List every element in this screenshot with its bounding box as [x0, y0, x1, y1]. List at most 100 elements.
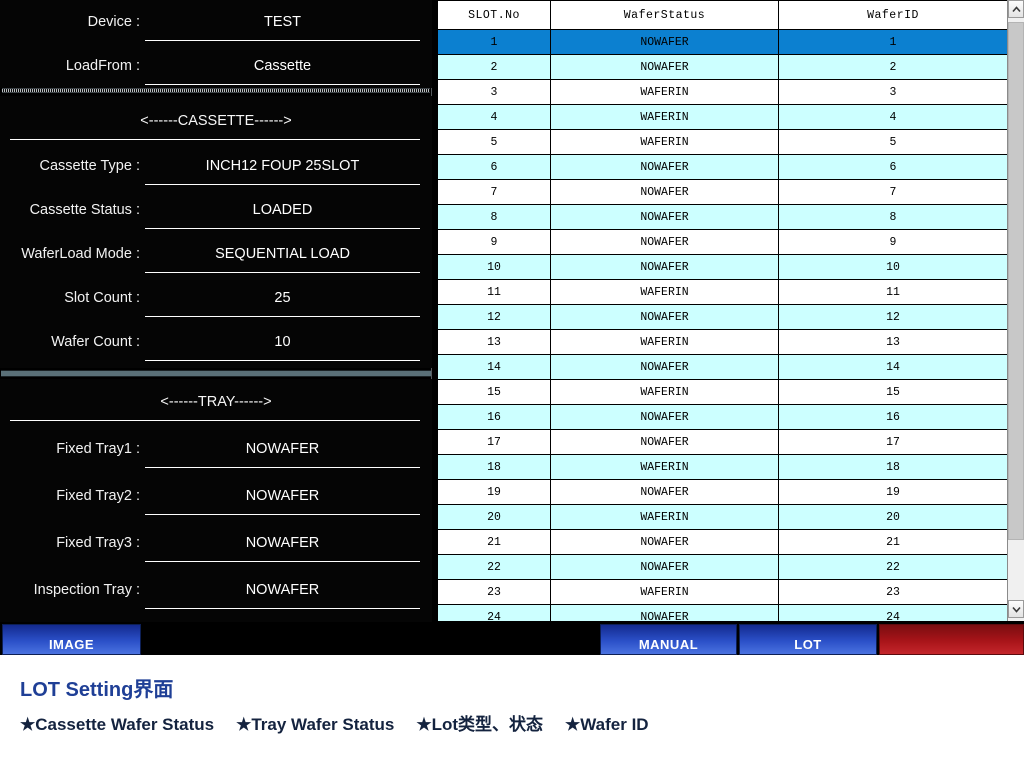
table-row[interactable]: 8 NOWAFER 8	[437, 204, 1008, 230]
table-row[interactable]: 11 WAFERIN 11	[437, 279, 1008, 305]
cell-wafer-id: 23	[778, 579, 1008, 605]
column-header-wafer-status[interactable]: WaferStatus	[550, 0, 779, 30]
table-row[interactable]: 21 NOWAFER 21	[437, 529, 1008, 555]
chevron-up-icon	[1011, 5, 1021, 13]
table-row[interactable]: 14 NOWAFER 14	[437, 354, 1008, 380]
table-row[interactable]: 24 NOWAFER 24	[437, 604, 1008, 621]
field-cassette-type-underline	[145, 184, 420, 185]
cell-slot-no: 19	[437, 479, 551, 505]
cell-wafer-id: 12	[778, 304, 1008, 330]
field-waferload-mode-label: WaferLoad Mode :	[21, 246, 140, 262]
table-row[interactable]: 10 NOWAFER 10	[437, 254, 1008, 280]
caption-title: LOT Setting界面	[20, 679, 174, 701]
cell-wafer-id: 8	[778, 204, 1008, 230]
cell-slot-no: 4	[437, 104, 551, 130]
tray-section-heading: <------TRAY------>	[0, 385, 432, 427]
field-loadfrom-label: LoadFrom :	[65, 58, 140, 74]
table-row[interactable]: 1 NOWAFER 1	[437, 29, 1008, 55]
field-cassette-status[interactable]: Cassette Status : LOADED	[0, 192, 432, 236]
cell-wafer-id: 9	[778, 229, 1008, 255]
cell-wafer-status: NOWAFER	[550, 204, 779, 230]
table-row[interactable]: 12 NOWAFER 12	[437, 304, 1008, 330]
cell-slot-no: 17	[437, 429, 551, 455]
cell-slot-no: 6	[437, 154, 551, 180]
field-inspection-tray-underline	[145, 608, 420, 609]
column-header-slot-no[interactable]: SLOT.No	[437, 0, 551, 30]
field-device[interactable]: Device : TEST	[0, 4, 432, 48]
field-wafer-count-value: 10	[274, 334, 291, 350]
field-slot-count[interactable]: Slot Count : 25	[0, 280, 432, 324]
column-header-wafer-id[interactable]: WaferID	[778, 0, 1008, 30]
table-row[interactable]: 3 WAFERIN 3	[437, 79, 1008, 105]
field-fixed-tray1-label: Fixed Tray1 :	[56, 441, 140, 457]
table-row[interactable]: 2 NOWAFER 2	[437, 54, 1008, 80]
field-wafer-count[interactable]: Wafer Count : 10	[0, 324, 432, 368]
field-slot-count-underline	[145, 316, 420, 317]
cell-wafer-status: WAFERIN	[550, 579, 779, 605]
table-row[interactable]: 15 WAFERIN 15	[437, 379, 1008, 405]
field-cassette-type-value: INCH12 FOUP 25SLOT	[205, 158, 360, 174]
field-waferload-mode[interactable]: WaferLoad Mode : SEQUENTIAL LOAD	[0, 236, 432, 280]
field-fixed-tray3[interactable]: Fixed Tray3 : NOWAFER	[0, 525, 432, 569]
table-row[interactable]: 16 NOWAFER 16	[437, 404, 1008, 430]
field-cassette-type[interactable]: Cassette Type : INCH12 FOUP 25SLOT	[0, 148, 432, 192]
table-row[interactable]: 9 NOWAFER 9	[437, 229, 1008, 255]
table-header-row: SLOT.No WaferStatus WaferID	[437, 0, 1008, 30]
field-inspection-tray[interactable]: Inspection Tray : NOWAFER	[0, 572, 432, 616]
scrollbar-thumb[interactable]	[1008, 22, 1024, 540]
caption-area: LOT Setting界面 ★Cassette Wafer Status ★Tra…	[0, 655, 1024, 768]
cell-wafer-id: 22	[778, 554, 1008, 580]
table-row[interactable]: 19 NOWAFER 19	[437, 479, 1008, 505]
caption-bullets: ★Cassette Wafer Status ★Tray Wafer Status…	[20, 710, 671, 735]
cassette-section: <------CASSETTE------> Cassette Type : I…	[0, 96, 432, 368]
table-row[interactable]: 4 WAFERIN 4	[437, 104, 1008, 130]
table-scrollbar[interactable]	[1007, 0, 1024, 621]
table-row[interactable]: 23 WAFERIN 23	[437, 579, 1008, 605]
cassette-section-heading: <------CASSETTE------>	[0, 104, 432, 146]
table-row[interactable]: 5 WAFERIN 5	[437, 129, 1008, 155]
manual-button[interactable]: MANUAL	[600, 624, 737, 655]
cell-slot-no: 11	[437, 279, 551, 305]
cell-wafer-id: 13	[778, 329, 1008, 355]
cell-wafer-status: WAFERIN	[550, 329, 779, 355]
bottom-button-bar: IMAGE MANUAL LOT	[0, 623, 1024, 655]
field-fixed-tray2[interactable]: Fixed Tray2 : NOWAFER	[0, 478, 432, 522]
cell-slot-no: 3	[437, 79, 551, 105]
alarm-stop-button[interactable]	[879, 624, 1024, 655]
field-loadfrom[interactable]: LoadFrom : Cassette	[0, 48, 432, 92]
table-row[interactable]: 17 NOWAFER 17	[437, 429, 1008, 455]
field-fixed-tray1-value: NOWAFER	[245, 441, 320, 457]
field-fixed-tray2-label: Fixed Tray2 :	[56, 488, 140, 504]
image-button[interactable]: IMAGE	[2, 624, 141, 655]
cell-slot-no: 18	[437, 454, 551, 480]
tray-heading-text: <------TRAY------>	[160, 394, 272, 410]
table-row[interactable]: 7 NOWAFER 7	[437, 179, 1008, 205]
cell-wafer-id: 14	[778, 354, 1008, 380]
field-loadfrom-underline	[145, 84, 420, 85]
field-fixed-tray1[interactable]: Fixed Tray1 : NOWAFER	[0, 431, 432, 475]
cell-wafer-id: 18	[778, 454, 1008, 480]
field-cassette-type-label: Cassette Type :	[39, 158, 140, 174]
cell-wafer-id: 4	[778, 104, 1008, 130]
lot-info-panel: Device : TEST LoadFrom : Cassette <-----…	[0, 0, 432, 622]
scroll-up-button[interactable]	[1008, 0, 1024, 18]
field-cassette-status-underline	[145, 228, 420, 229]
field-device-label: Device :	[87, 14, 140, 30]
field-cassette-status-label: Cassette Status :	[29, 202, 140, 218]
field-inspection-tray-value: NOWAFER	[245, 582, 320, 598]
cell-wafer-id: 20	[778, 504, 1008, 530]
table-row[interactable]: 18 WAFERIN 18	[437, 454, 1008, 480]
table-row[interactable]: 6 NOWAFER 6	[437, 154, 1008, 180]
cell-wafer-status: NOWAFER	[550, 479, 779, 505]
cell-wafer-status: NOWAFER	[550, 354, 779, 380]
field-fixed-tray3-underline	[145, 561, 420, 562]
lot-button[interactable]: LOT	[739, 624, 877, 655]
table-row[interactable]: 22 NOWAFER 22	[437, 554, 1008, 580]
scroll-down-button[interactable]	[1008, 600, 1024, 618]
table-row[interactable]: 13 WAFERIN 13	[437, 329, 1008, 355]
field-device-value: TEST	[263, 14, 302, 30]
table-row[interactable]: 20 WAFERIN 20	[437, 504, 1008, 530]
slot-table[interactable]: SLOT.No WaferStatus WaferID 1 NOWAFER 1 2 NO…	[437, 0, 1008, 621]
cell-slot-no: 20	[437, 504, 551, 530]
cell-wafer-id: 24	[778, 604, 1008, 621]
